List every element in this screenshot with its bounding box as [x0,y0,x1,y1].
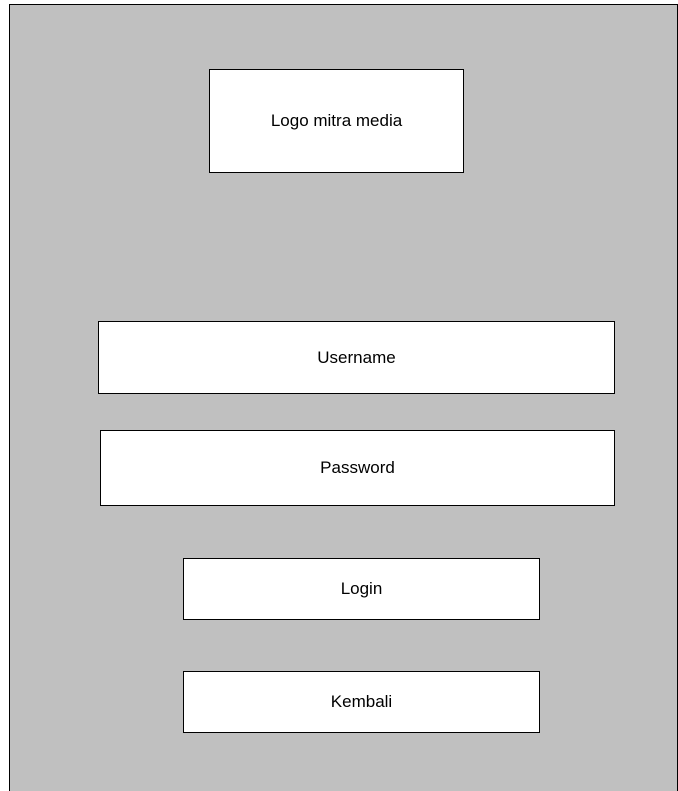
username-input[interactable] [98,321,615,394]
password-input[interactable] [100,430,615,506]
logo-placeholder: Logo mitra media [209,69,464,173]
login-button[interactable]: Login [183,558,540,620]
login-screen: Logo mitra media Login Kembali [9,4,678,791]
logo-label: Logo mitra media [270,111,403,130]
back-button[interactable]: Kembali [183,671,540,733]
